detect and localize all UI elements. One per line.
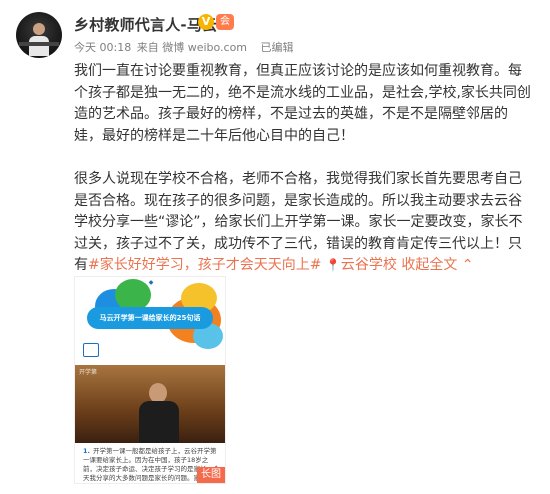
post-body: 我们一直在讨论要重视教育，但真正应该讨论的是应该如何重视教育。每个孩子都是独一无… bbox=[74, 61, 534, 299]
speaker-head bbox=[149, 383, 167, 403]
avatar-head bbox=[33, 23, 45, 35]
post-paragraph-2: 很多人说现在学校不合格，老师不合格，我觉得我们家长首先要思考自己是否合格。现在孩… bbox=[74, 169, 534, 277]
avatar-body bbox=[29, 36, 49, 56]
edited-label[interactable]: 已编辑 bbox=[261, 41, 294, 54]
location-link[interactable]: 云谷学校 bbox=[341, 257, 397, 273]
document-icon bbox=[83, 343, 99, 357]
author-name[interactable]: 乡村教师代言人-马云 bbox=[74, 14, 217, 35]
long-image-badge: 长图 bbox=[197, 467, 225, 483]
location-pin-icon: 📍 bbox=[325, 258, 341, 272]
avatar[interactable] bbox=[16, 12, 62, 58]
post-source[interactable]: 来自 微博 weibo.com bbox=[137, 41, 247, 54]
image-banner-title: 马云开学第一课给家长的25句话 bbox=[87, 307, 213, 329]
chevron-up-icon[interactable]: ⌃ bbox=[462, 257, 474, 273]
school-logo-icon: ◆ bbox=[148, 279, 154, 286]
collapse-text-button[interactable]: 收起全文 bbox=[401, 257, 457, 273]
avatar-banner bbox=[19, 42, 59, 46]
weibo-post: 乡村教师代言人-马云 V 会 今天 00:18 来自 微博 weibo.com … bbox=[0, 0, 550, 494]
post-paragraph-1: 我们一直在讨论要重视教育，但真正应该讨论的是应该如何重视教育。每个孩子都是独一无… bbox=[74, 63, 531, 144]
verified-icon[interactable]: V bbox=[198, 14, 214, 30]
hashtag-link[interactable]: #家长好好学习，孩子才会天天向上# bbox=[88, 257, 321, 273]
post-time[interactable]: 今天 00:18 bbox=[74, 41, 131, 54]
image-banner-area: ◆ 马云开学第一课给家长的25句话 bbox=[75, 277, 225, 365]
speaker-body bbox=[139, 401, 179, 443]
image-text-number: 1. bbox=[83, 447, 90, 455]
vip-member-icon[interactable]: 会 bbox=[216, 14, 234, 30]
post-meta: 今天 00:18 来自 微博 weibo.com 已编辑 bbox=[74, 39, 296, 55]
photo-caption: 开学第 bbox=[79, 369, 98, 376]
post-image[interactable]: ◆ 马云开学第一课给家长的25句话 开学第 1. 开学第一课一般都是给孩子上，云谷… bbox=[74, 276, 226, 484]
